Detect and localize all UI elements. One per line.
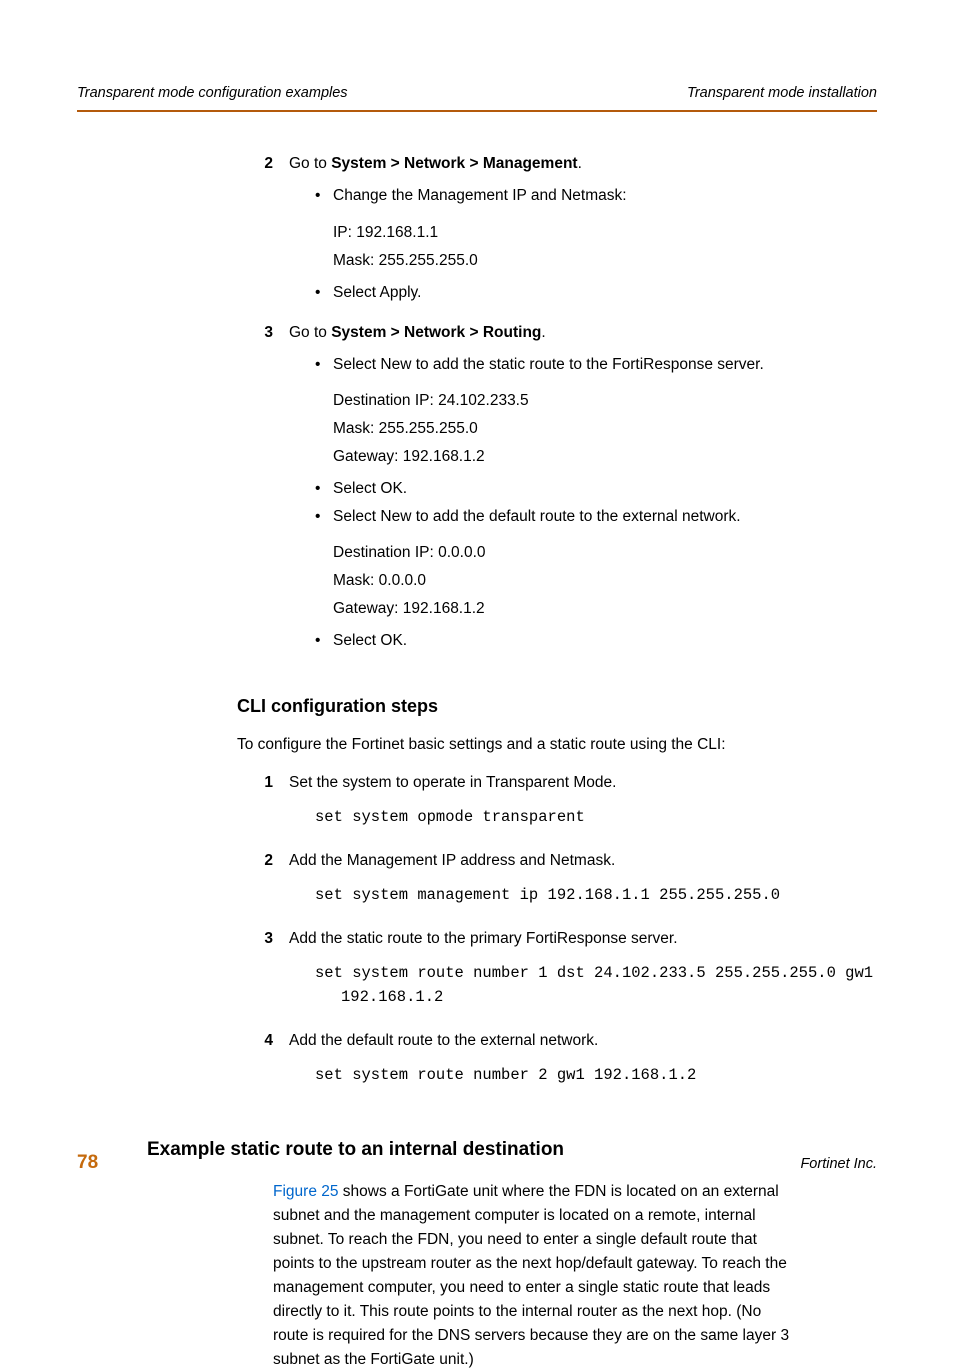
step-2-bullets-2: Select Apply.	[289, 281, 877, 305]
step-goto-suffix: .	[541, 324, 545, 341]
cli-command: set system management ip 192.168.1.1 255…	[289, 883, 877, 907]
step-goto-suffix: .	[578, 155, 582, 172]
cli-step-text: Add the default route to the external ne…	[289, 1029, 877, 1053]
page-header: Transparent mode configuration examples …	[77, 82, 877, 112]
step-number: 1	[237, 771, 289, 845]
bullet-item: Change the Management IP and Netmask:	[315, 184, 877, 208]
bullet-item: Select OK.	[315, 629, 877, 653]
step-goto-prefix: Go to	[289, 155, 331, 172]
sub-line: Gateway: 192.168.1.2	[289, 445, 877, 469]
step-goto-path: System > Network > Management	[331, 155, 577, 172]
cli-step-1: 1 Set the system to operate in Transpare…	[237, 771, 877, 845]
bullet-item: Select Apply.	[315, 281, 877, 305]
sub-line: Mask: 0.0.0.0	[289, 569, 877, 593]
step-3-bullets: Select New to add the static route to th…	[289, 353, 877, 377]
sub-line: Gateway: 192.168.1.2	[289, 597, 877, 621]
sub-line: Mask: 255.255.255.0	[289, 417, 877, 441]
header-right: Transparent mode installation	[687, 82, 877, 104]
step-2-bullets: Change the Management IP and Netmask:	[289, 184, 877, 208]
step-number: 2	[237, 152, 289, 316]
header-left: Transparent mode configuration examples	[77, 82, 348, 104]
step-3-bullets-2: Select OK. Select New to add the default…	[289, 477, 877, 529]
step-3: 3 Go to System > Network > Routing. Sele…	[237, 321, 877, 665]
step-number: 3	[237, 321, 289, 665]
cli-step-text: Add the static route to the primary Fort…	[289, 927, 877, 951]
cli-step-3: 3 Add the static route to the primary Fo…	[237, 927, 877, 1025]
bullet-item: Select New to add the static route to th…	[315, 353, 877, 377]
step-goto-path: System > Network > Routing	[331, 324, 541, 341]
sub-line: Destination IP: 0.0.0.0	[289, 541, 877, 565]
cli-intro: To configure the Fortinet basic settings…	[237, 733, 877, 757]
sub-line: Mask: 255.255.255.0	[289, 249, 877, 273]
cli-step-text: Add the Management IP address and Netmas…	[289, 849, 877, 873]
step-3-bullets-3: Select OK.	[289, 629, 877, 653]
step-2: 2 Go to System > Network > Management. C…	[237, 152, 877, 316]
figure-reference[interactable]: Figure 25	[273, 1183, 338, 1200]
page-footer: 78 Fortinet Inc.	[77, 1148, 877, 1177]
example-text: shows a FortiGate unit where the FDN is …	[273, 1183, 789, 1368]
cli-heading: CLI configuration steps	[237, 693, 877, 721]
step-number: 2	[237, 849, 289, 923]
step-goto-prefix: Go to	[289, 324, 331, 341]
footer-company: Fortinet Inc.	[800, 1153, 877, 1175]
step-number: 3	[237, 927, 289, 1025]
cli-command: set system route number 2 gw1 192.168.1.…	[289, 1063, 877, 1087]
step-number: 4	[237, 1029, 289, 1103]
cli-command-line: set system route number 1 dst 24.102.233…	[315, 961, 877, 985]
cli-command-line: 192.168.1.2	[315, 985, 877, 1009]
example-paragraph: Figure 25 shows a FortiGate unit where t…	[77, 1180, 877, 1372]
sub-line: Destination IP: 24.102.233.5	[289, 389, 877, 413]
cli-command: set system opmode transparent	[289, 805, 877, 829]
cli-step-2: 2 Add the Management IP address and Netm…	[237, 849, 877, 923]
page-number: 78	[77, 1148, 98, 1177]
cli-step-4: 4 Add the default route to the external …	[237, 1029, 877, 1103]
cli-command: set system route number 1 dst 24.102.233…	[289, 961, 877, 1009]
cli-step-text: Set the system to operate in Transparent…	[289, 771, 877, 795]
bullet-item: Select New to add the default route to t…	[315, 505, 877, 529]
sub-line: IP: 192.168.1.1	[289, 221, 877, 245]
bullet-item: Select OK.	[315, 477, 877, 501]
